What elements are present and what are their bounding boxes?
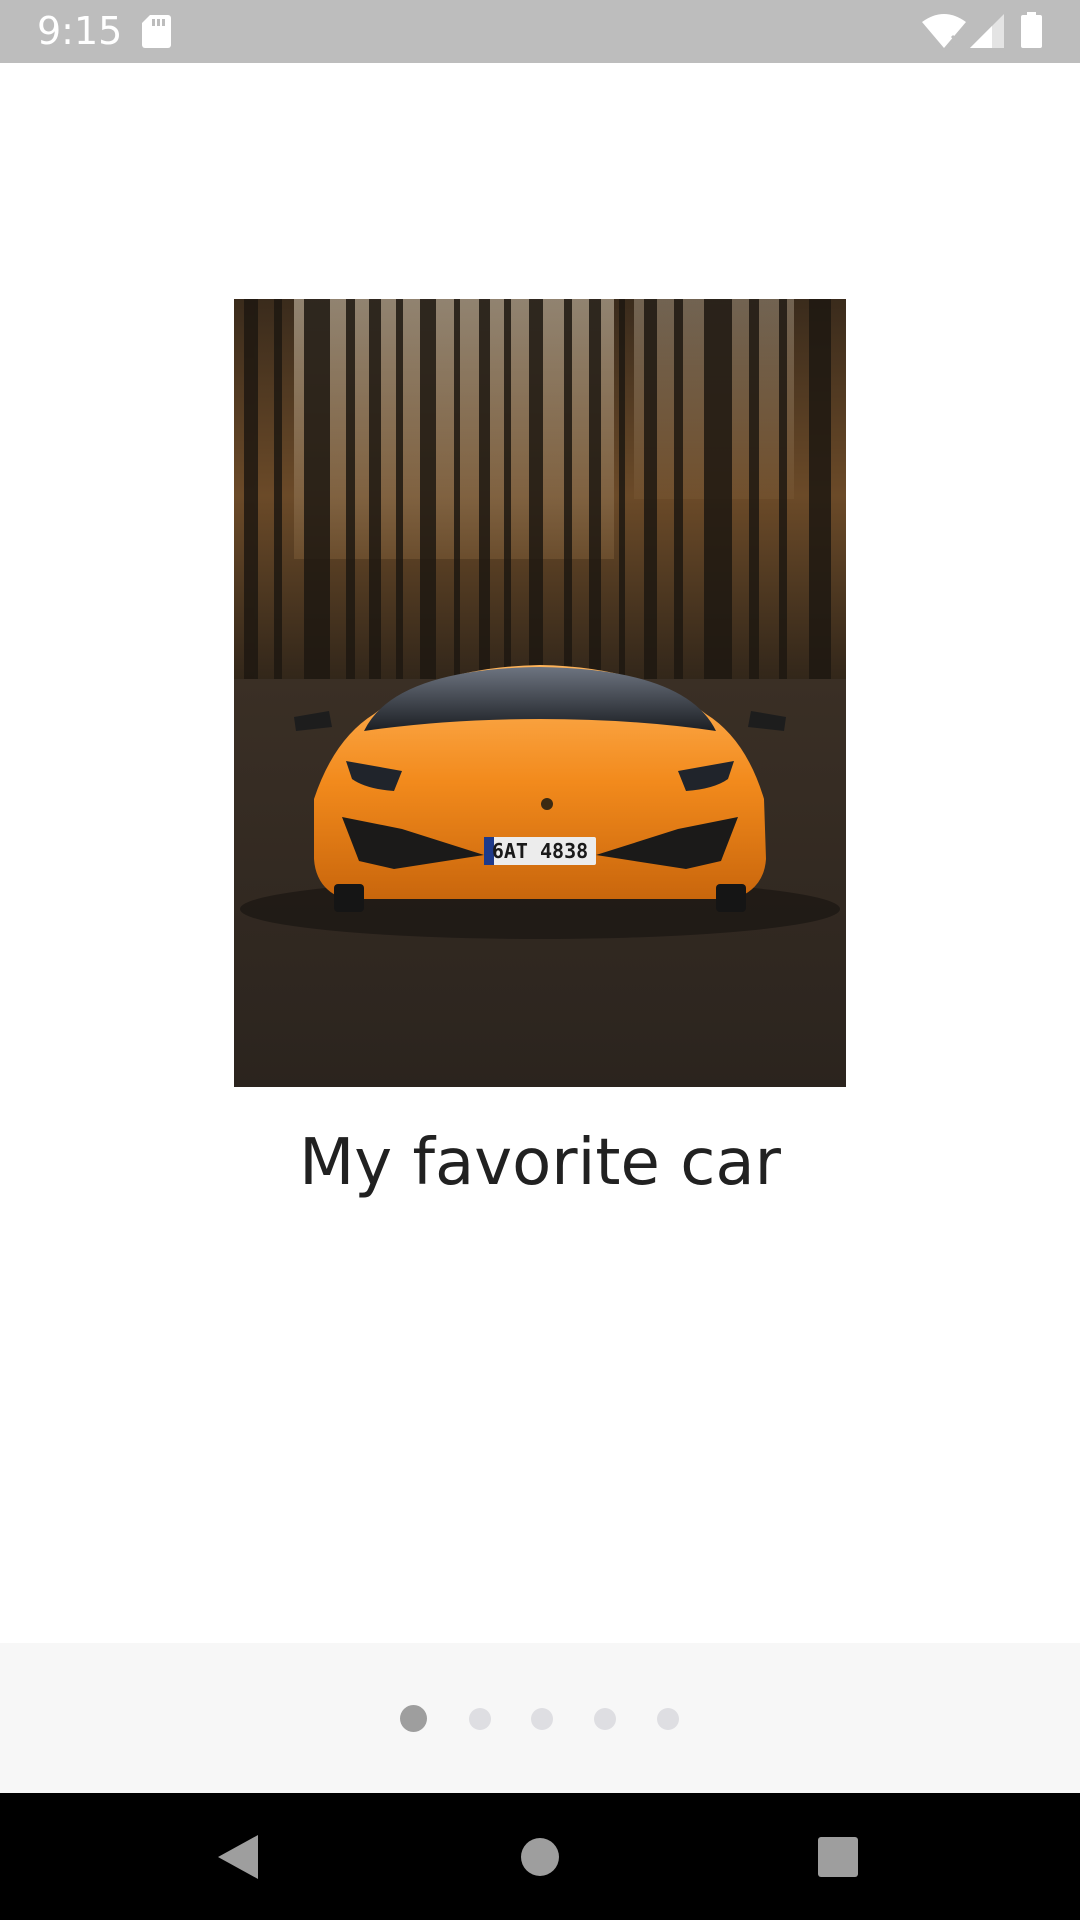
car-photo: 6AT 4838	[234, 299, 846, 1087]
status-bar: 9:15	[0, 0, 1080, 63]
recents-icon[interactable]	[818, 1837, 858, 1882]
page-indicator-bar	[0, 1643, 1080, 1793]
page-dot-5[interactable]	[657, 1708, 679, 1730]
page-dot-2[interactable]	[469, 1708, 491, 1730]
page-caption: My favorite car	[299, 1126, 781, 1200]
page-dot-3[interactable]	[531, 1708, 553, 1730]
status-time: 9:15	[37, 9, 123, 53]
onboarding-page[interactable]: 6AT 4838 My favorite car	[0, 63, 1080, 1643]
license-plate: 6AT 4838	[492, 839, 588, 863]
sd-card-icon	[142, 15, 171, 53]
signal-icon	[970, 14, 1004, 53]
wifi-icon	[922, 14, 966, 53]
page-dot-1[interactable]	[400, 1705, 427, 1732]
page-indicator	[0, 1705, 1080, 1733]
page-dot-4[interactable]	[594, 1708, 616, 1730]
home-icon[interactable]	[521, 1838, 559, 1881]
battery-icon	[1021, 12, 1042, 53]
back-icon[interactable]	[218, 1835, 258, 1884]
navigation-bar	[0, 1793, 1080, 1920]
